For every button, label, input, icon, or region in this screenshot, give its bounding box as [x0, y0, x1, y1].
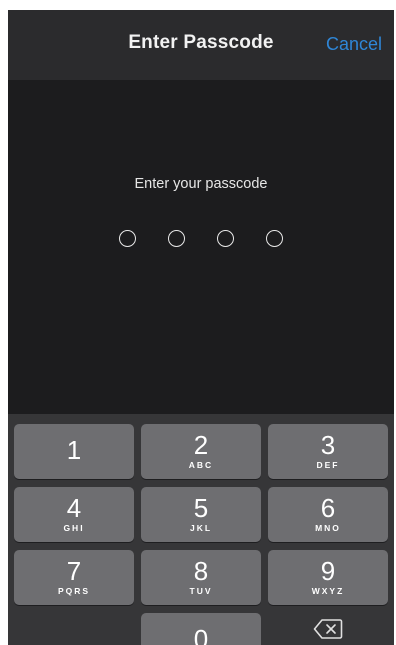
key-letters: WXYZ	[311, 586, 345, 596]
cancel-button[interactable]: Cancel	[326, 34, 382, 55]
key-1[interactable]: 1	[14, 424, 134, 479]
key-5[interactable]: 5 JKL	[141, 487, 261, 542]
key-digit: 5	[193, 493, 209, 523]
key-0[interactable]: 0	[141, 613, 261, 645]
passcode-content: Enter your passcode	[8, 80, 394, 414]
key-8[interactable]: 8 TUV	[141, 550, 261, 605]
key-digit: 8	[193, 556, 209, 586]
backspace-button[interactable]	[268, 613, 388, 645]
passcode-dots	[8, 230, 394, 247]
passcode-screen: Enter Passcode Cancel Enter your passcod…	[8, 10, 394, 645]
key-6[interactable]: 6 MNO	[268, 487, 388, 542]
key-digit: 3	[320, 430, 336, 460]
key-digit: 7	[66, 556, 82, 586]
key-7[interactable]: 7 PQRS	[14, 550, 134, 605]
key-letters: JKL	[189, 523, 213, 533]
key-digit: 6	[320, 493, 336, 523]
key-letters: ABC	[188, 460, 214, 470]
passcode-prompt: Enter your passcode	[134, 176, 268, 192]
navigation-bar: Enter Passcode Cancel	[8, 10, 394, 80]
key-4[interactable]: 4 GHI	[14, 487, 134, 542]
key-letters: MNO	[315, 523, 341, 533]
key-3[interactable]: 3 DEF	[268, 424, 388, 479]
key-9[interactable]: 9 WXYZ	[268, 550, 388, 605]
key-letters: DEF	[316, 460, 340, 470]
numeric-keypad: 1 2 ABC 3 DEF 4 GHI 5 JKL 6 MNO 7 PQRS 8	[8, 414, 394, 645]
key-letters: PQRS	[57, 586, 91, 596]
passcode-dot	[168, 230, 185, 247]
key-digit: 2	[193, 430, 209, 460]
key-digit: 0	[193, 624, 209, 645]
key-letters: GHI	[63, 523, 85, 533]
passcode-dot	[217, 230, 234, 247]
passcode-dot	[266, 230, 283, 247]
passcode-dot	[119, 230, 136, 247]
key-letters: TUV	[189, 586, 213, 596]
key-digit: 1	[66, 435, 82, 465]
key-2[interactable]: 2 ABC	[141, 424, 261, 479]
key-digit: 9	[320, 556, 336, 586]
backspace-icon	[313, 619, 343, 639]
key-digit: 4	[66, 493, 82, 523]
